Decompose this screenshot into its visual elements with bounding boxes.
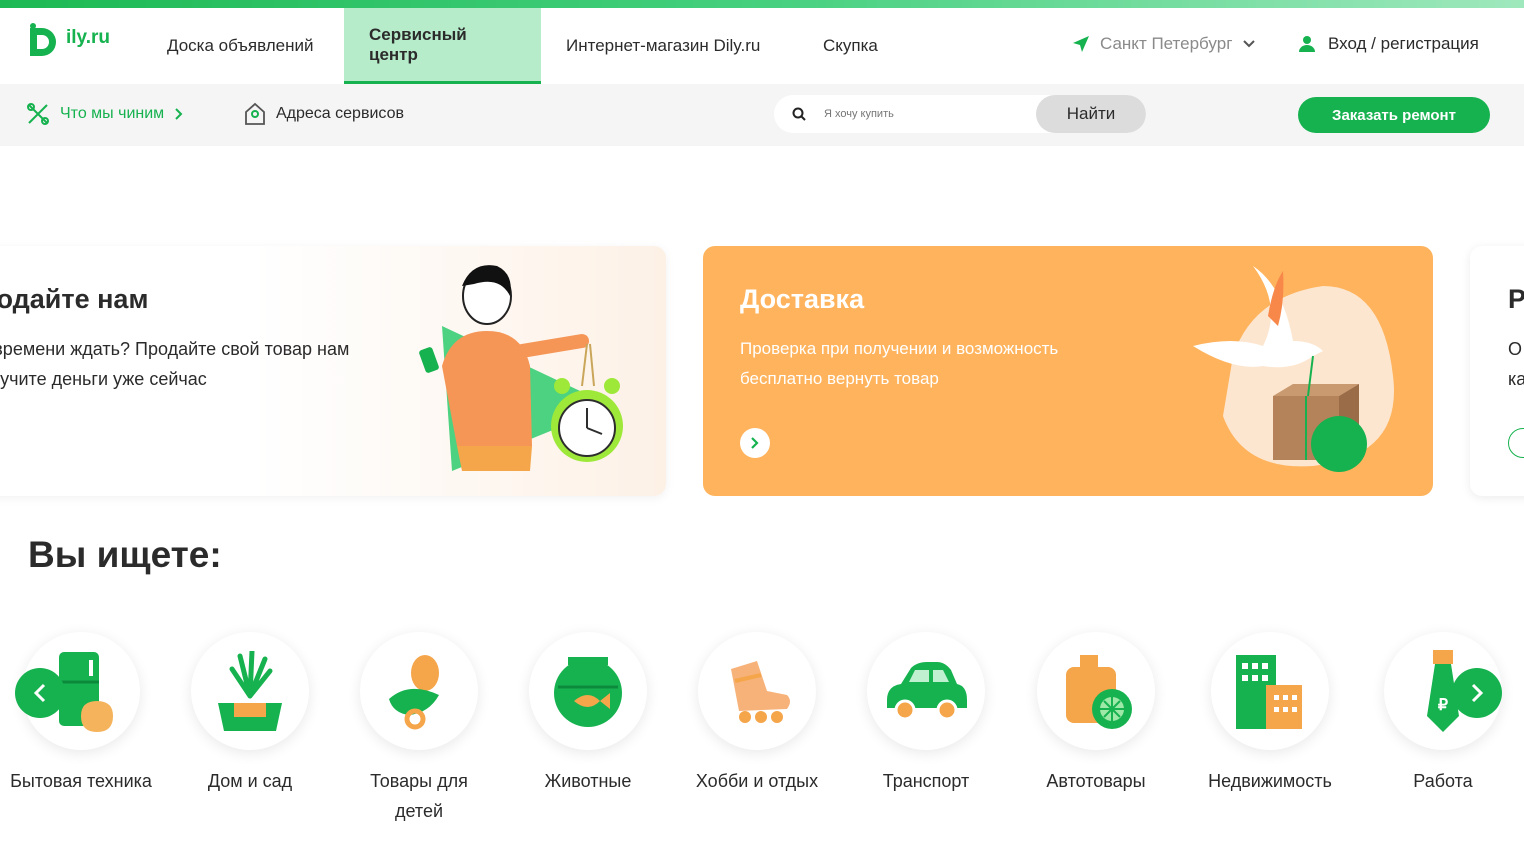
- chevron-left-icon: [33, 683, 46, 703]
- category-circle: [1037, 632, 1155, 750]
- city-selector[interactable]: Санкт Петербург: [1072, 34, 1256, 54]
- nav-service-center[interactable]: Сервисный центр: [344, 8, 541, 84]
- login-link[interactable]: Вход / регистрация: [1298, 34, 1479, 54]
- logo-text: ily.ru: [66, 27, 110, 48]
- category-animals[interactable]: Животные: [503, 632, 673, 796]
- category-real-estate[interactable]: Недвижимость: [1185, 632, 1355, 796]
- order-repair-button[interactable]: Заказать ремонт: [1298, 97, 1490, 133]
- canister-icon: [1066, 655, 1132, 729]
- category-kids[interactable]: Товары для детей: [334, 632, 504, 826]
- search-icon: [774, 107, 824, 121]
- chevron-down-icon: [1243, 40, 1256, 48]
- banner-delivery[interactable]: Доставка Проверка при получении и возмож…: [703, 246, 1433, 496]
- slider-prev-button[interactable]: [15, 668, 65, 718]
- section-title: Вы ищете:: [28, 534, 222, 575]
- banner-sell[interactable]: родайте нам т времени ждать? Продайте св…: [0, 246, 666, 496]
- nav-board[interactable]: Доска объявлений: [142, 8, 339, 84]
- banner-title: Доставка: [740, 284, 865, 314]
- category-label: Работа: [1413, 771, 1473, 791]
- category-circle: [191, 632, 309, 750]
- banner-line: Проверка при получении и возможность: [740, 339, 1059, 358]
- category-label: Животные: [544, 771, 632, 791]
- category-home-garden[interactable]: Дом и сад: [165, 632, 335, 796]
- category-label: Транспорт: [882, 771, 970, 791]
- banner-title: Р: [1508, 284, 1524, 314]
- aquarium-icon: [554, 657, 622, 727]
- logo[interactable]: ily.ru: [26, 22, 126, 62]
- category-transport[interactable]: Транспорт: [841, 632, 1011, 796]
- service-addresses-label: Адреса сервисов: [276, 105, 404, 122]
- nav-buyout[interactable]: Скупка: [798, 8, 903, 84]
- category-jobs[interactable]: ₽ Работа: [1358, 632, 1524, 796]
- city-name: Санкт Петербург: [1100, 34, 1233, 53]
- category-auto-goods[interactable]: Автотовары: [1011, 632, 1181, 796]
- banner-arrow-button[interactable]: [740, 428, 770, 458]
- category-label: Автотовары: [1046, 771, 1146, 791]
- plant-icon: [218, 651, 282, 731]
- banner-line: бесплатно вернуть товар: [740, 369, 939, 388]
- chevron-right-icon: [175, 108, 183, 120]
- what-we-fix-link[interactable]: Что мы чиним: [26, 102, 184, 126]
- nav-shop[interactable]: Интернет-магазин Dily.ru: [541, 8, 785, 84]
- category-label: Дом и сад: [207, 771, 293, 791]
- sub-navigation: Что мы чиним Адреса сервисов Найти Заказ…: [0, 84, 1524, 146]
- house-pin-icon: [245, 102, 265, 125]
- location-arrow-icon: [1073, 36, 1089, 52]
- service-addresses-link[interactable]: Адреса сервисов: [244, 102, 404, 126]
- chevron-right-icon: [751, 437, 759, 449]
- login-label: Вход / регистрация: [1328, 34, 1479, 53]
- search-input[interactable]: [824, 108, 1036, 120]
- category-circle: [698, 632, 816, 750]
- svg-text:₽: ₽: [1438, 697, 1448, 714]
- category-circle: [867, 632, 985, 750]
- building-icon: [1236, 655, 1302, 729]
- banner-text: т времени ждать? Продайте свой товар нам…: [0, 334, 349, 394]
- chevron-right-icon: [1471, 683, 1484, 703]
- category-label: Хобби и отдых: [695, 771, 819, 791]
- man-with-clock-illustration: [419, 265, 623, 471]
- category-label: Бытовая техника: [10, 771, 152, 791]
- banner-title: родайте нам: [0, 284, 149, 314]
- banner-text: О ка: [1508, 334, 1524, 394]
- category-label: Товары для детей: [370, 771, 468, 821]
- banner-text: Проверка при получении и возможность бес…: [740, 334, 1058, 394]
- car-icon: [887, 662, 967, 721]
- dove-parcel-illustration: [1193, 266, 1394, 472]
- banner-arrow-button[interactable]: [1508, 428, 1524, 458]
- banner-line: т времени ждать? Продайте свой товар нам: [0, 339, 350, 359]
- user-icon: [1299, 36, 1315, 52]
- banner-line: олучите деньги уже сейчас: [0, 369, 207, 389]
- search-button[interactable]: Найти: [1036, 95, 1146, 133]
- what-we-fix-label: Что мы чиним: [60, 105, 165, 122]
- logo-mark-icon: [30, 23, 56, 56]
- search-box: Найти: [774, 95, 1146, 133]
- tools-icon: [27, 103, 49, 125]
- pacifier-icon: [389, 655, 439, 730]
- category-circle: [1211, 632, 1329, 750]
- banner-line: ка: [1508, 369, 1524, 389]
- category-circle: [529, 632, 647, 750]
- rollerskate-icon: [731, 661, 790, 723]
- slider-next-button[interactable]: [1452, 668, 1502, 718]
- category-circle: [360, 632, 478, 750]
- category-label: Недвижимость: [1208, 771, 1332, 791]
- header: ily.ru Доска объявлений Сервисный центр …: [0, 8, 1524, 84]
- banner-partial[interactable]: Р О ка: [1470, 246, 1524, 496]
- category-hobby[interactable]: Хобби и отдых: [672, 632, 842, 796]
- top-accent-bar: [0, 0, 1524, 8]
- category-appliances[interactable]: Бытовая техника: [0, 632, 166, 796]
- banner-line: О: [1508, 339, 1523, 359]
